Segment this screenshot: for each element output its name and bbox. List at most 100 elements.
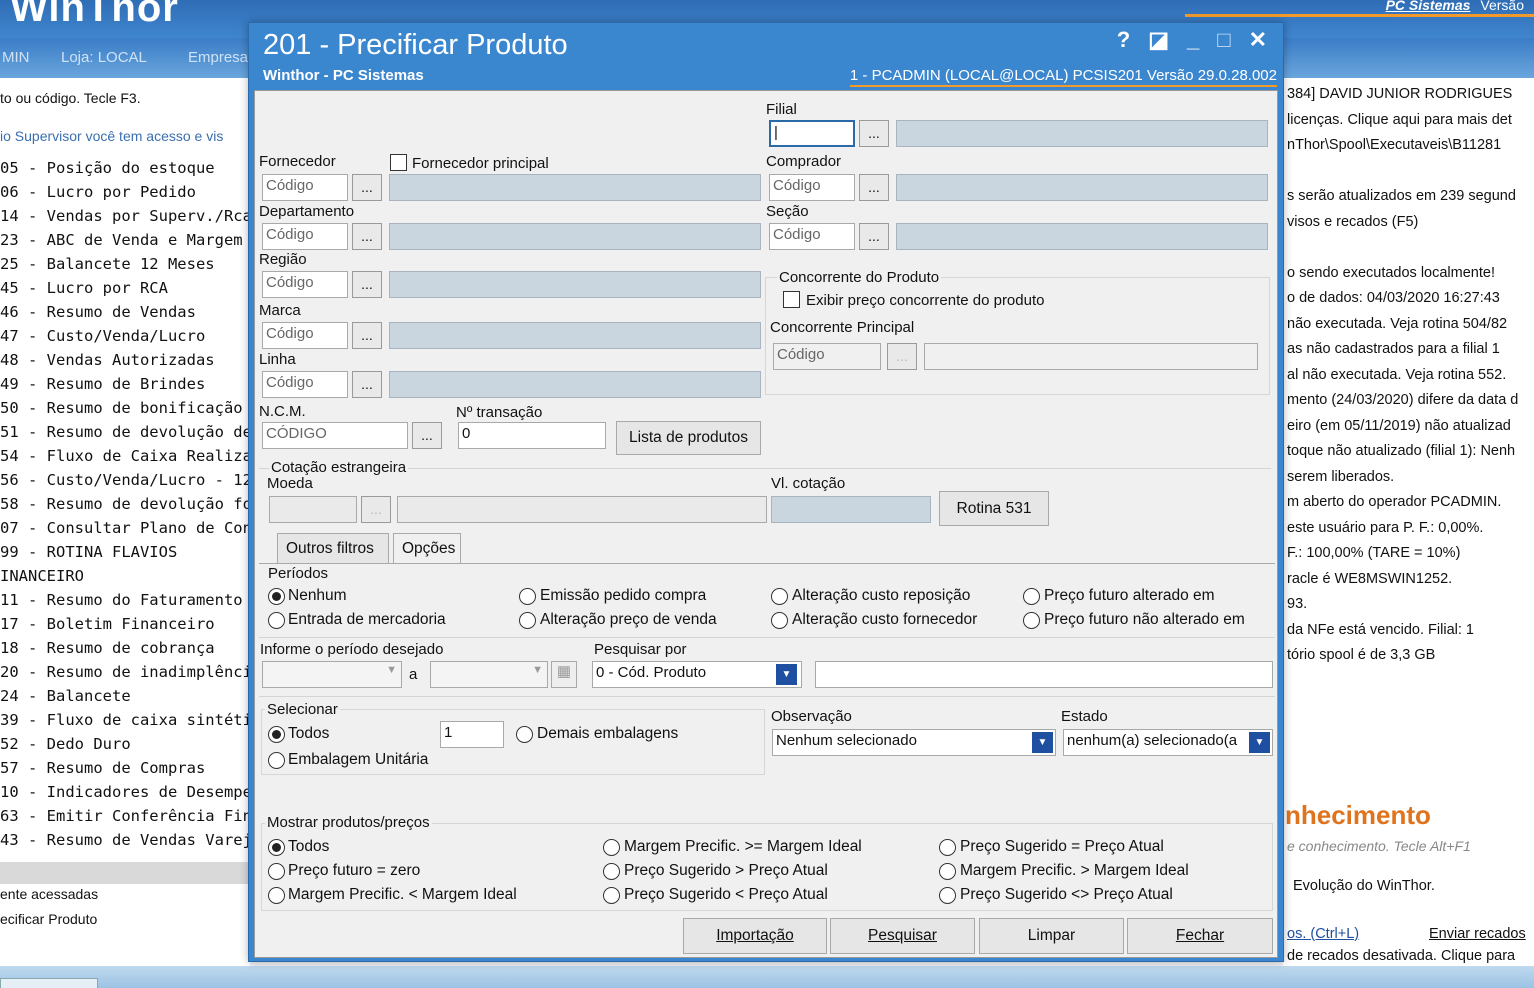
ncm-code-input[interactable]: CÓDIGO: [262, 422, 408, 449]
notification-line[interactable]: mento (24/03/2020) difere da data d: [1287, 392, 1518, 408]
quantidade-stepper[interactable]: 1: [440, 721, 504, 748]
mostrar-sugerido-gt-radio[interactable]: [603, 863, 620, 880]
periodo-fim-input[interactable]: ▼: [430, 661, 548, 688]
rotina-531-button[interactable]: Rotina 531: [939, 491, 1049, 526]
pesquisar-button[interactable]: Pesquisar: [830, 918, 975, 954]
fornecedor-lookup-button[interactable]: ...: [352, 174, 382, 201]
notification-line[interactable]: s serão atualizados em 239 segund: [1287, 188, 1516, 204]
maximize-icon[interactable]: □: [1217, 27, 1230, 53]
pc-sistemas-link[interactable]: PC Sistemas: [1386, 0, 1471, 13]
mostrar-margem-gt-radio[interactable]: [939, 863, 956, 880]
mostrar-sugerido-lt-radio[interactable]: [603, 887, 620, 904]
vl-cotacao-input[interactable]: [771, 496, 931, 523]
routine-list-item[interactable]: 63 - Emitir Conferência Finance: [0, 804, 250, 828]
routine-list-item[interactable]: 52 - Dedo Duro: [0, 732, 250, 756]
periodo-preco-futuro-nao-alterado-radio[interactable]: [1023, 612, 1040, 629]
routine-list-item[interactable]: 23 - ABC de Venda e Margem: [0, 228, 250, 252]
recados-status[interactable]: de recados desativada. Clique para: [1287, 948, 1515, 964]
notification-line[interactable]: licenças. Clique aqui para mais det: [1287, 112, 1512, 128]
moeda-code-input[interactable]: [269, 496, 357, 523]
limpar-button[interactable]: Limpar: [979, 918, 1124, 954]
departamento-code-input[interactable]: Código: [262, 223, 348, 250]
routine-list-item[interactable]: 51 - Resumo de devolução de: [0, 420, 250, 444]
mostrar-margem-lt-radio[interactable]: [268, 887, 285, 904]
routine-list-item[interactable]: 10 - Indicadores de Desempen: [0, 780, 250, 804]
enviar-recados-link[interactable]: Enviar recados: [1429, 926, 1526, 942]
exibir-preco-checkbox[interactable]: [783, 291, 800, 308]
comprador-lookup-button[interactable]: ...: [859, 174, 889, 201]
notification-line[interactable]: as não cadastrados para a filial 1: [1287, 341, 1500, 357]
concorrente-code-input[interactable]: Código: [773, 343, 881, 370]
tab-opcoes[interactable]: Opções: [393, 533, 461, 563]
routine-list-item[interactable]: 25 - Balancete 12 Meses: [0, 252, 250, 276]
routine-list-item[interactable]: 39 - Fluxo de caixa sintético: [0, 708, 250, 732]
marca-lookup-button[interactable]: ...: [352, 322, 382, 349]
chevron-down-icon[interactable]: ▼: [1249, 732, 1270, 753]
help-icon[interactable]: ?: [1117, 27, 1130, 53]
filial-code-input[interactable]: |: [769, 120, 855, 147]
comprador-code-input[interactable]: Código: [769, 174, 855, 201]
notification-line[interactable]: eiro (em 05/11/2019) não atualizad: [1287, 418, 1511, 434]
observacao-select[interactable]: Nenhum selecionado: [772, 729, 1056, 756]
notification-line[interactable]: toque não atualizado (filial 1): Nenh: [1287, 443, 1515, 459]
notification-line[interactable]: 93.: [1287, 596, 1307, 612]
routine-list-item[interactable]: 54 - Fluxo de Caixa Realizado: [0, 444, 250, 468]
routine-list-item[interactable]: 20 - Resumo de inadimplência: [0, 660, 250, 684]
routine-list-item[interactable]: 24 - Balancete: [0, 684, 250, 708]
pesquisar-valor-input[interactable]: [815, 661, 1273, 688]
evolucao-link[interactable]: Evolução do WinThor.: [1293, 878, 1435, 894]
regiao-lookup-button[interactable]: ...: [352, 271, 382, 298]
chevron-down-icon[interactable]: ▼: [776, 664, 797, 685]
close-icon[interactable]: ✕: [1249, 27, 1267, 53]
recent-item[interactable]: ecificar Produto: [0, 911, 97, 927]
demais-embalagens-radio[interactable]: [516, 726, 533, 743]
notification-line[interactable]: não executada. Veja rotina 504/82: [1287, 316, 1507, 332]
mostrar-sugerido-eq-radio[interactable]: [939, 839, 956, 856]
routine-list-item[interactable]: 17 - Boletim Financeiro: [0, 612, 250, 636]
periodo-custo-reposicao-radio[interactable]: [771, 588, 788, 605]
notification-line[interactable]: o de dados: 04/03/2020 16:27:43: [1287, 290, 1500, 306]
concorrente-lookup-button[interactable]: ...: [887, 343, 917, 370]
linha-code-input[interactable]: Código: [262, 371, 348, 398]
pesquisar-por-select[interactable]: 0 - Cód. Produto: [592, 661, 802, 688]
periodo-preco-futuro-alterado-radio[interactable]: [1023, 588, 1040, 605]
notification-line[interactable]: 384] DAVID JUNIOR RODRIGUES: [1287, 86, 1512, 102]
notification-line[interactable]: F.: 100,00% (TARE = 10%): [1287, 545, 1460, 561]
taskbar-tab[interactable]: [0, 978, 98, 988]
mostrar-margem-ge-radio[interactable]: [603, 839, 620, 856]
routine-list-item[interactable]: 57 - Resumo de Compras: [0, 756, 250, 780]
calendar-icon[interactable]: ▦: [551, 661, 577, 688]
routine-list-item[interactable]: 99 - ROTINA FLAVIOS: [0, 540, 250, 564]
routine-list-item[interactable]: INANCEIRO: [0, 564, 250, 588]
minimize-icon[interactable]: _: [1187, 27, 1199, 53]
departamento-lookup-button[interactable]: ...: [352, 223, 382, 250]
fornecedor-code-input[interactable]: Código: [262, 174, 348, 201]
fornecedor-principal-checkbox[interactable]: [390, 154, 407, 171]
recados-link[interactable]: os. (Ctrl+L): [1287, 926, 1359, 942]
notification-line[interactable]: visos e recados (F5): [1287, 214, 1418, 230]
secao-lookup-button[interactable]: ...: [859, 223, 889, 250]
transacao-input[interactable]: 0: [458, 422, 606, 449]
fechar-button[interactable]: Fechar: [1127, 918, 1273, 954]
notification-line[interactable]: tório spool é de 3,3 GB: [1287, 647, 1435, 663]
notification-line[interactable]: serem liberados.: [1287, 469, 1394, 485]
linha-lookup-button[interactable]: ...: [352, 371, 382, 398]
routine-list-item[interactable]: 05 - Posição do estoque: [0, 156, 250, 180]
routine-list-item[interactable]: 58 - Resumo de devolução for: [0, 492, 250, 516]
routine-list-item[interactable]: 14 - Vendas por Superv./Rca/C: [0, 204, 250, 228]
knowledge-search-hint[interactable]: e conhecimento. Tecle Alt+F1: [1287, 838, 1471, 854]
filial-lookup-button[interactable]: ...: [859, 120, 889, 147]
periodo-entrada-radio[interactable]: [268, 612, 285, 629]
routine-list-item[interactable]: 47 - Custo/Venda/Lucro: [0, 324, 250, 348]
moeda-lookup-button[interactable]: ...: [361, 496, 391, 523]
notification-line[interactable]: este usuário para P. F.: 0,00%.: [1287, 520, 1483, 536]
selecionar-todos-radio[interactable]: [268, 726, 285, 743]
periodo-nenhum-radio[interactable]: [268, 588, 285, 605]
notification-line[interactable]: da NFe está vencido. Filial: 1: [1287, 622, 1474, 638]
periodo-emissao-radio[interactable]: [519, 588, 536, 605]
notification-line[interactable]: m aberto do operador PCADMIN.: [1287, 494, 1501, 510]
routine-list-item[interactable]: 50 - Resumo de bonificação: [0, 396, 250, 420]
secao-code-input[interactable]: Código: [769, 223, 855, 250]
routine-list-item[interactable]: 18 - Resumo de cobrança: [0, 636, 250, 660]
ncm-lookup-button[interactable]: ...: [412, 422, 442, 449]
